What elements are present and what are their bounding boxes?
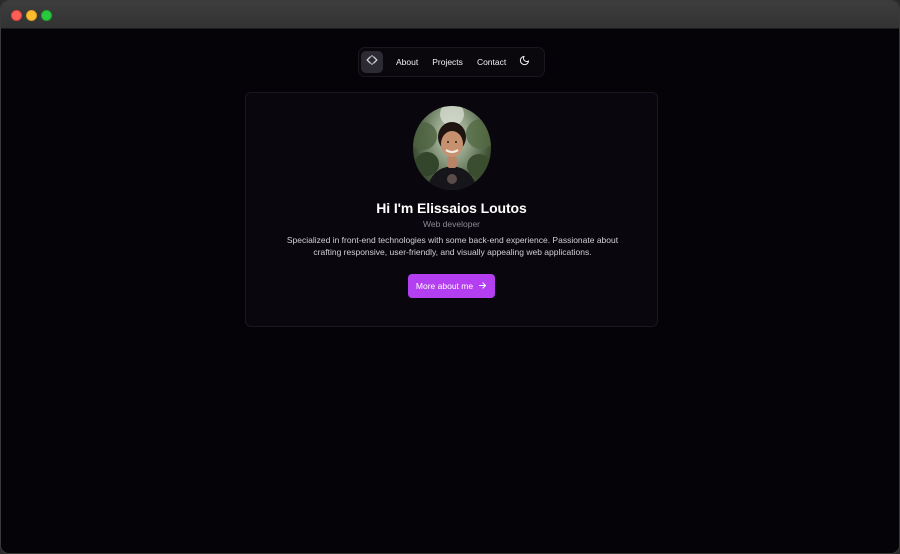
title-bar: [1, 1, 899, 29]
home-logo-button[interactable]: [361, 51, 383, 73]
nav-link-contact[interactable]: Contact: [470, 51, 513, 73]
page-viewport: About Projects Contact Hi I'm Elissaios …: [1, 30, 899, 553]
minimize-window-button[interactable]: [26, 10, 37, 21]
avatar: [413, 106, 491, 190]
hero-title: Hi I'm Elissaios Loutos: [376, 200, 527, 216]
close-window-button[interactable]: [11, 10, 22, 21]
hero-role: Web developer: [422, 219, 481, 229]
maximize-window-button[interactable]: [41, 10, 52, 21]
moon-icon: [519, 53, 530, 71]
hero-card: Hi I'm Elissaios Loutos Web developer Sp…: [245, 92, 658, 327]
cta-label: More about me: [415, 281, 474, 291]
arrow-right-icon: [478, 281, 487, 292]
nav-link-about[interactable]: About: [389, 51, 425, 73]
nav-link-projects[interactable]: Projects: [425, 51, 470, 73]
hero-description: Specialized in front-end technologies wi…: [286, 235, 619, 257]
top-nav: About Projects Contact: [358, 47, 545, 77]
browser-window: About Projects Contact Hi I'm Elissaios …: [0, 0, 900, 554]
code-brackets-icon: [366, 53, 378, 71]
theme-toggle-button[interactable]: [514, 51, 534, 73]
more-about-me-button[interactable]: More about me: [408, 274, 495, 298]
